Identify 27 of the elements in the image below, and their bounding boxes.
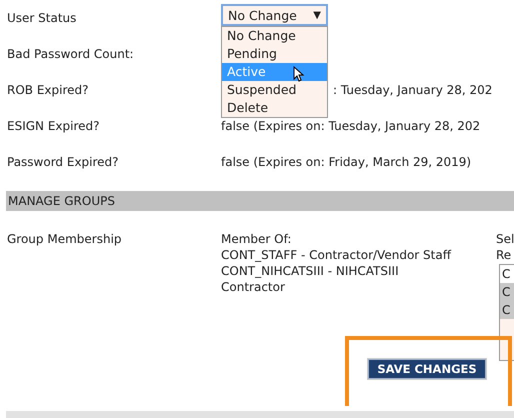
group-name: CONT_STAFF - Contractor/Vendor Staff xyxy=(221,247,452,263)
list-item[interactable]: C xyxy=(500,301,514,319)
column-text: Re xyxy=(496,247,512,263)
dropdown-option[interactable]: Delete xyxy=(222,99,327,117)
list-item[interactable]: C xyxy=(500,265,514,283)
save-button[interactable]: SAVE CHANGES xyxy=(368,359,486,379)
field-label: User Status xyxy=(7,10,78,26)
caret-icon: ▼ xyxy=(313,10,321,20)
list-item[interactable]: C xyxy=(500,283,514,301)
field-value: false (Expires on: Friday, March 29, 2019) xyxy=(221,154,472,170)
member-heading: Member Of: xyxy=(221,231,292,247)
field-label: Password Expired? xyxy=(7,154,120,170)
field-label: ROB Expired? xyxy=(7,82,90,98)
cursor-icon xyxy=(293,66,305,82)
field-label: Bad Password Count: xyxy=(7,46,135,62)
field-value: false (Expires on: Tuesday, January 28, 202 xyxy=(221,118,482,134)
status-dropdown[interactable]: No Change ▼ xyxy=(221,4,328,26)
group-listbox[interactable]: C C C xyxy=(499,264,514,361)
dropdown-option[interactable]: No Change xyxy=(222,27,327,45)
dropdown-option[interactable]: Pending xyxy=(222,45,327,63)
section-header: MANAGE GROUPS xyxy=(6,191,514,211)
dropdown-option[interactable]: Suspended xyxy=(222,81,327,99)
group-name: CONT_NIHCATSIII - NIHCATSIII Contractor xyxy=(221,263,400,295)
column-text: Sel xyxy=(496,231,514,247)
field-label: Group Membership xyxy=(7,231,123,248)
field-label: ESIGN Expired? xyxy=(7,118,101,134)
field-value: : Tuesday, January 28, 202 xyxy=(333,82,494,98)
